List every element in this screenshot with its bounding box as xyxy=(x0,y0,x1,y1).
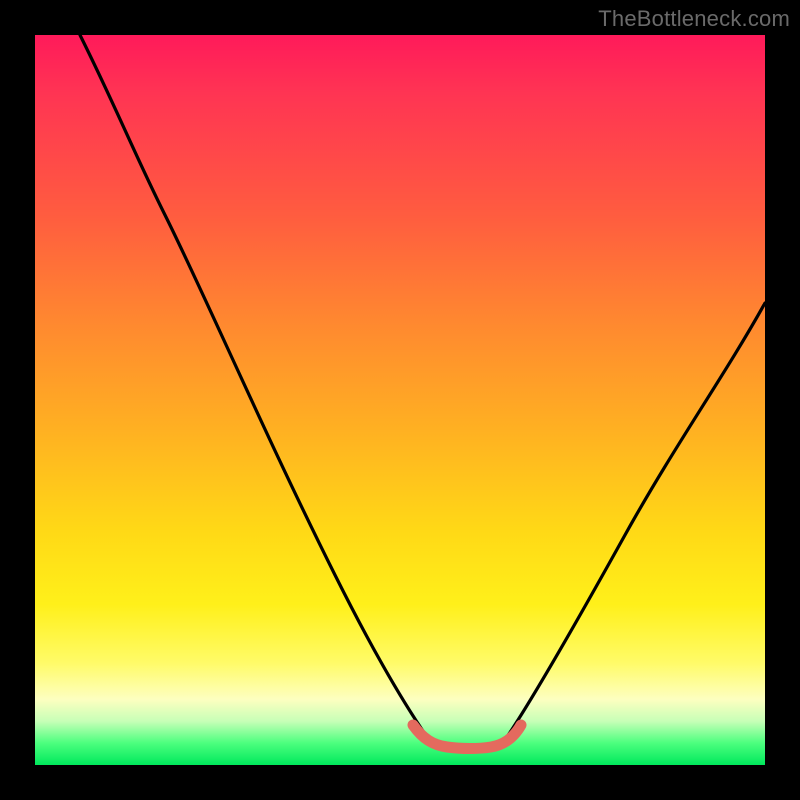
curve-left-arm xyxy=(80,35,427,737)
curve-right-arm xyxy=(507,303,765,737)
watermark-text: TheBottleneck.com xyxy=(598,6,790,32)
chart-curves-layer xyxy=(35,35,765,765)
curve-valley-floor xyxy=(413,725,521,749)
chart-frame: TheBottleneck.com xyxy=(0,0,800,800)
